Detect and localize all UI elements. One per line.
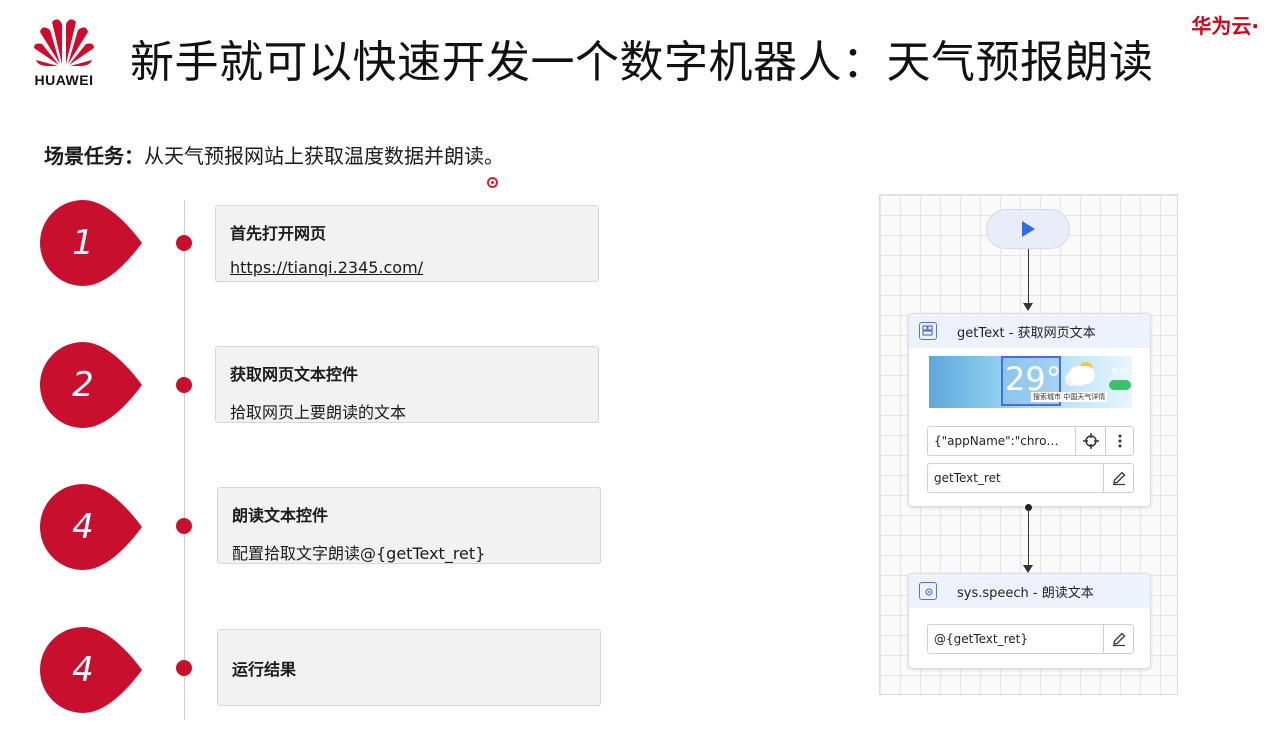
step-card: 首先打开网页 https://tianqi.2345.com/ bbox=[215, 205, 599, 282]
step-link[interactable]: https://tianqi.2345.com/ bbox=[230, 258, 584, 277]
speech-gear-icon bbox=[919, 582, 937, 600]
timeline-dot bbox=[176, 660, 192, 676]
step-1-badge: 1 bbox=[40, 200, 144, 286]
pencil-icon bbox=[1112, 471, 1125, 486]
cloud-icon bbox=[1069, 366, 1095, 384]
step-number: 1 bbox=[72, 223, 94, 263]
step-number: 2 bbox=[72, 365, 94, 405]
speech-text-field[interactable]: @{getText_ret} bbox=[927, 624, 1134, 654]
node-header: sys.speech - 朗读文本 bbox=[909, 574, 1150, 608]
step-card: 朗读文本控件 配置拾取文字朗读@{getText_ret} bbox=[217, 487, 601, 564]
arrow-down-icon bbox=[1023, 565, 1033, 573]
logo-text: HUAWEI bbox=[34, 72, 94, 88]
webpage-screenshot-thumbnail: 29° 搜索城市 中国天气详情 多云 bbox=[929, 356, 1132, 408]
huawei-logo: HUAWEI bbox=[22, 14, 106, 90]
crosshair-icon bbox=[1082, 433, 1099, 449]
timeline-line bbox=[184, 200, 185, 720]
start-node[interactable] bbox=[986, 209, 1070, 249]
step-detail: 配置拾取文字朗读@{getText_ret} bbox=[232, 544, 486, 563]
mouse-cursor-indicator bbox=[487, 177, 498, 188]
more-options-button[interactable] bbox=[1105, 427, 1133, 455]
timeline-dot bbox=[176, 518, 192, 534]
connector-line bbox=[1028, 509, 1029, 567]
step-heading: 朗读文本控件 bbox=[232, 506, 329, 525]
gettext-node[interactable]: getText - 获取网页文本 29° 搜索城市 中国天气详情 多云 {"ap… bbox=[908, 313, 1151, 507]
huawei-petals-icon bbox=[34, 19, 94, 66]
timeline-dot bbox=[176, 377, 192, 393]
brand-label: 华为云· bbox=[1191, 14, 1259, 38]
more-vertical-icon bbox=[1118, 434, 1121, 448]
speech-node[interactable]: sys.speech - 朗读文本 @{getText_ret} bbox=[908, 573, 1151, 669]
step-card: 运行结果 bbox=[217, 629, 601, 706]
node-title: getText - 获取网页文本 bbox=[957, 325, 1096, 341]
edit-button[interactable] bbox=[1103, 464, 1133, 492]
task-text: 从天气预报网站上获取温度数据并朗读。 bbox=[144, 144, 504, 168]
node-title: sys.speech - 朗读文本 bbox=[957, 585, 1094, 601]
thumbnail-caption: 搜索城市 中国天气详情 bbox=[1031, 392, 1108, 402]
edit-button[interactable] bbox=[1103, 625, 1133, 653]
crosshair-button[interactable] bbox=[1075, 427, 1105, 455]
scenario-task: 场景任务：从天气预报网站上获取温度数据并朗读。 bbox=[44, 140, 504, 169]
flow-canvas[interactable]: getText - 获取网页文本 29° 搜索城市 中国天气详情 多云 {"ap… bbox=[879, 194, 1178, 695]
play-icon bbox=[1022, 221, 1035, 237]
timeline-dot bbox=[176, 235, 192, 251]
node-header: getText - 获取网页文本 bbox=[909, 314, 1150, 348]
step-detail: 拾取网页上要朗读的文本 bbox=[230, 403, 407, 422]
step-3-badge: 4 bbox=[40, 484, 144, 570]
step-heading: 运行结果 bbox=[232, 659, 297, 679]
step-2-badge: 2 bbox=[40, 342, 144, 428]
step-4-badge: 4 bbox=[40, 627, 144, 713]
page-title: 新手就可以快速开发一个数字机器人：天气预报朗读 bbox=[130, 37, 1154, 88]
pencil-icon bbox=[1112, 632, 1125, 647]
connector-line bbox=[1028, 249, 1029, 305]
output-value: getText_ret bbox=[934, 471, 1001, 485]
speech-input-value: @{getText_ret} bbox=[934, 632, 1029, 646]
task-label: 场景任务： bbox=[44, 144, 144, 168]
step-number: 4 bbox=[72, 650, 94, 690]
step-heading: 获取网页文本控件 bbox=[230, 365, 359, 384]
target-value: {"appName":"chro… bbox=[934, 434, 1059, 448]
step-card: 获取网页文本控件 拾取网页上要朗读的文本 bbox=[215, 346, 599, 423]
arrow-down-icon bbox=[1023, 303, 1033, 311]
output-variable-field[interactable]: getText_ret bbox=[927, 463, 1134, 493]
web-element-icon bbox=[919, 322, 937, 340]
weather-text: 多云 bbox=[1111, 367, 1127, 376]
target-selector-field[interactable]: {"appName":"chro… bbox=[927, 426, 1134, 456]
step-heading: 首先打开网页 bbox=[230, 224, 327, 243]
status-pill bbox=[1109, 380, 1131, 390]
step-number: 4 bbox=[72, 507, 94, 547]
